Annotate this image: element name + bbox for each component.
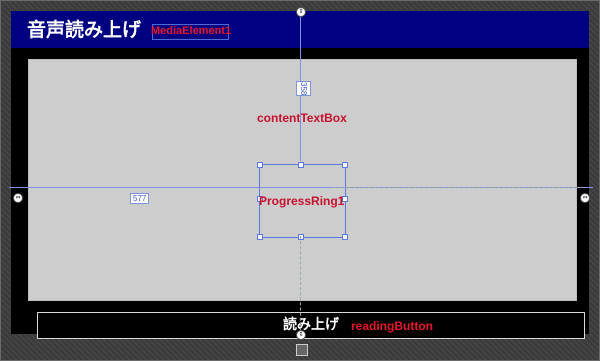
horizontal-guide-dashed xyxy=(333,187,585,188)
resize-handle-tr[interactable] xyxy=(342,162,348,168)
right-edge-handle-icon[interactable]: ⇔ xyxy=(580,193,590,203)
resize-handle-top[interactable] xyxy=(298,162,304,168)
designer-frame: 音声読み上げ MediaElement1 contentTextBox Prog… xyxy=(0,0,600,361)
height-dimension-badge: 358 xyxy=(296,81,311,97)
resize-handle-tl[interactable] xyxy=(257,162,263,168)
width-dimension-badge: 577 xyxy=(130,193,150,204)
app-title: 音声読み上げ xyxy=(27,19,142,41)
reading-button-label: readingButton xyxy=(351,319,433,333)
resize-handle-bottom[interactable] xyxy=(298,234,304,240)
vertical-guide-dashed xyxy=(300,236,301,331)
left-edge-handle-icon[interactable]: ⇔ xyxy=(13,193,23,203)
reading-button[interactable]: 読み上げ readingButton xyxy=(37,312,585,339)
top-edge-handle-icon[interactable]: ⇕ xyxy=(296,7,306,17)
resize-handle-br[interactable] xyxy=(342,234,348,240)
windows-logo-icon xyxy=(296,344,308,356)
reading-button-text: 読み上げ xyxy=(283,317,339,333)
media-element-label: MediaElement1 xyxy=(151,25,232,37)
progress-ring-label: ProgressRing1 xyxy=(259,194,345,208)
bottom-edge-handle-icon[interactable]: ⇕ xyxy=(296,330,306,340)
resize-handle-bl[interactable] xyxy=(257,234,263,240)
content-textbox-label: contentTextBox xyxy=(257,111,347,125)
